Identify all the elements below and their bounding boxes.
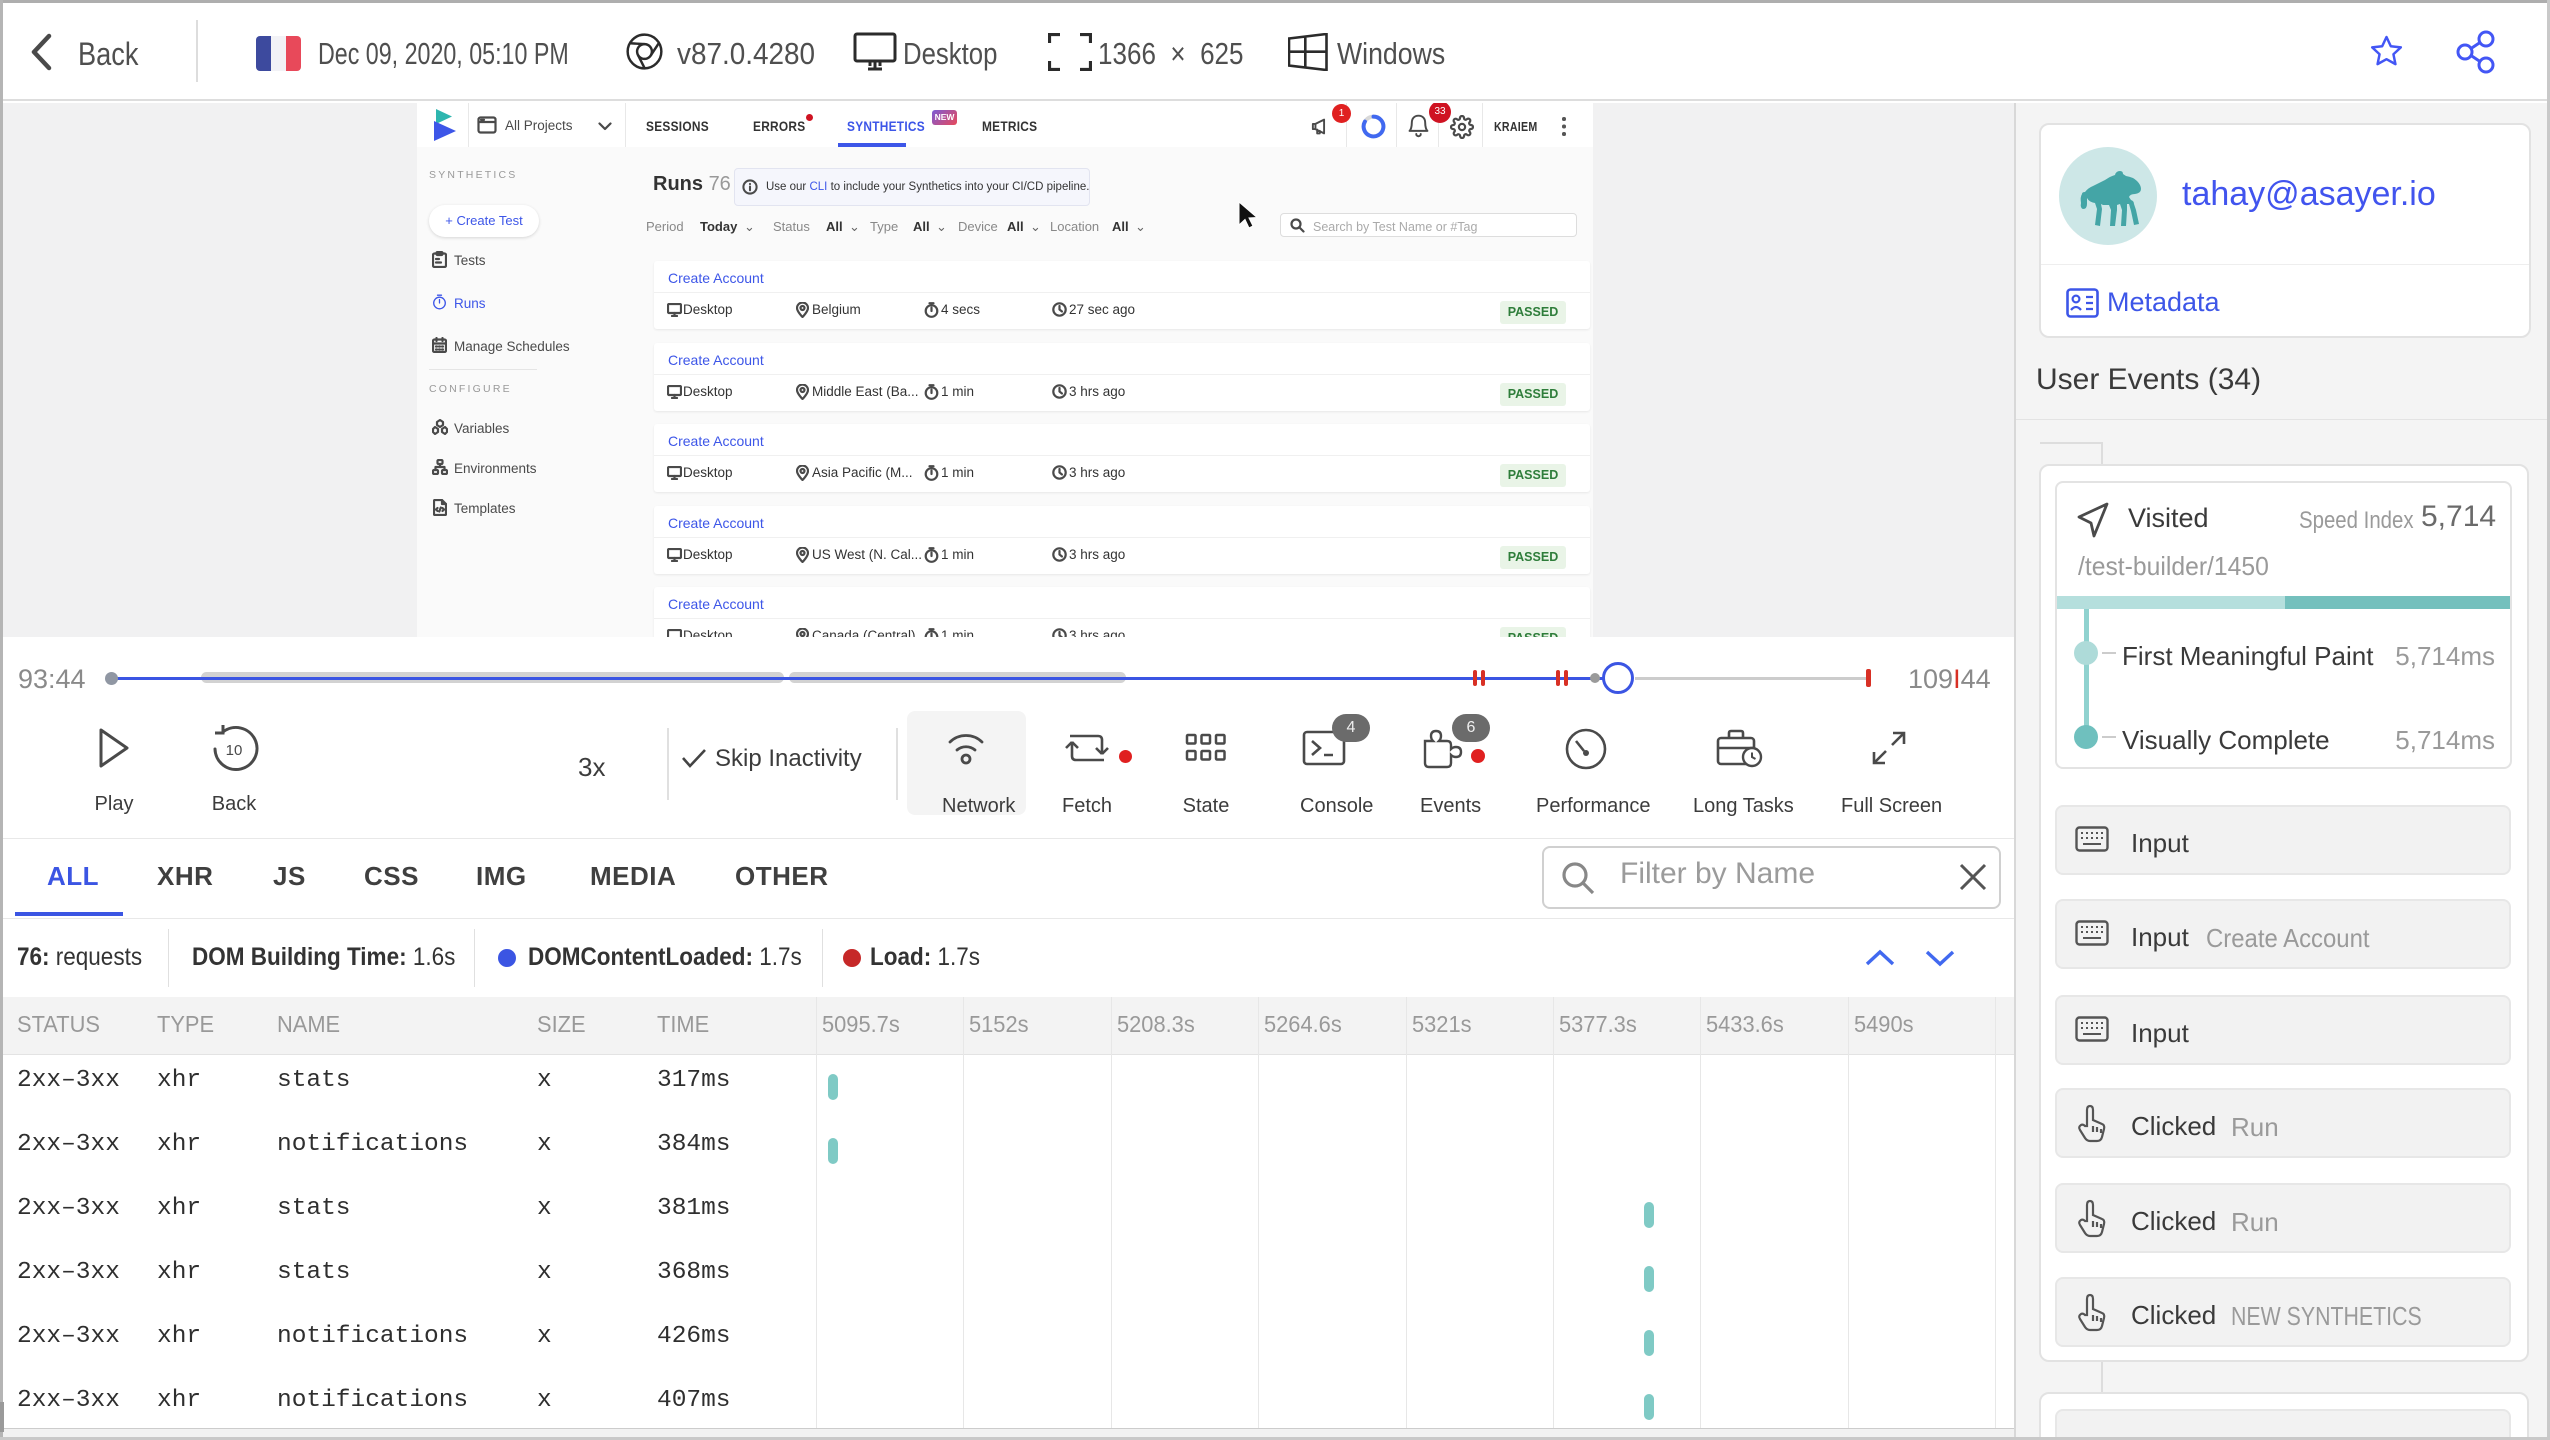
svg-text:10: 10 xyxy=(226,742,243,759)
